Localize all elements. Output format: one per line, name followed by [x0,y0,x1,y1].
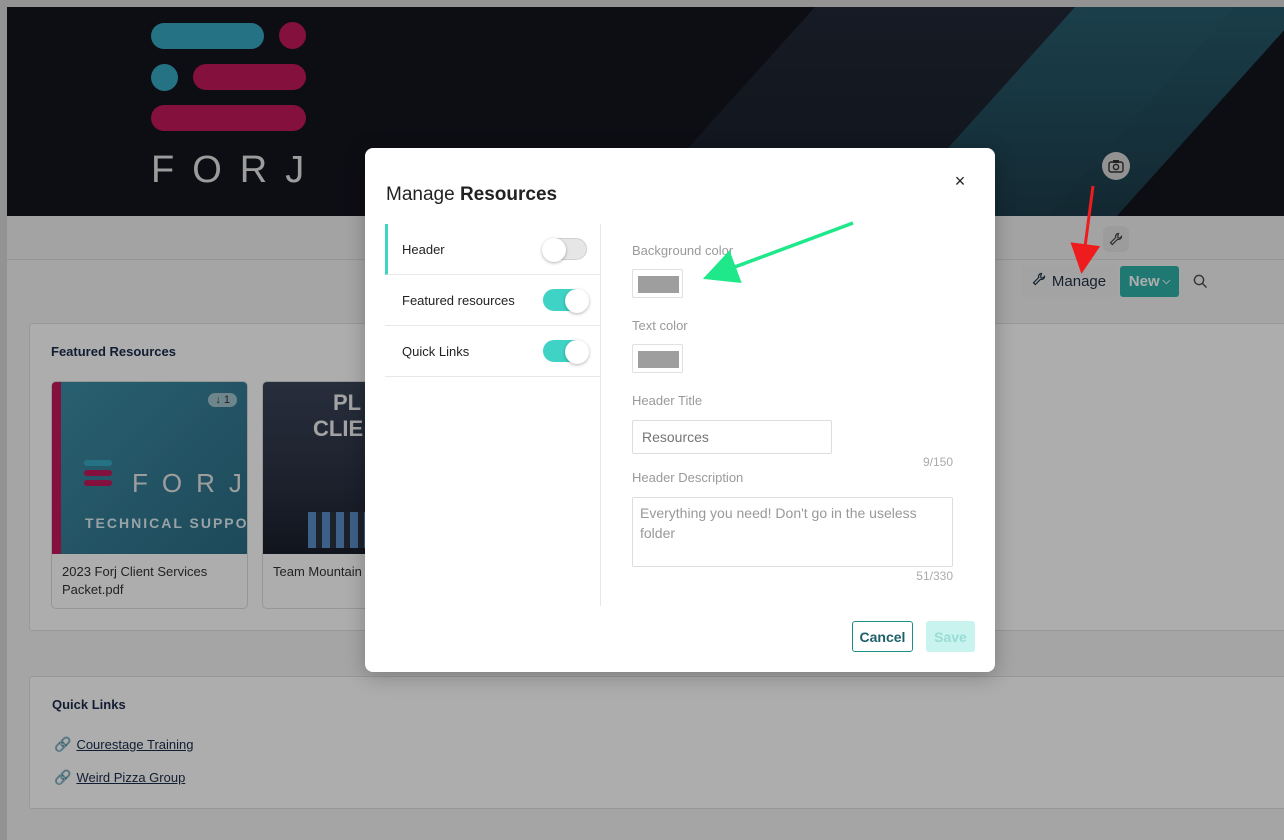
header-title-label: Header Title [632,393,703,408]
modal-title-plain: Manage [386,184,460,205]
section-label: Header [402,241,445,257]
text-color-picker[interactable] [632,344,683,373]
section-label: Quick Links [402,343,470,359]
manage-resources-modal: Manage Resources × Header Featured resou… [365,148,995,672]
header-description-input[interactable]: Everything you need! Don't go in the use… [632,497,953,567]
section-item-featured-resources[interactable]: Featured resources [385,275,601,326]
section-item-quick-links[interactable]: Quick Links [385,326,601,377]
header-title-input[interactable] [632,420,832,454]
close-icon[interactable]: × [951,172,969,190]
text-color-label: Text color [632,318,688,333]
quick-links-toggle[interactable] [543,340,589,364]
background-color-swatch [638,276,679,293]
section-label: Featured resources [402,292,515,308]
toggle-knob [542,238,566,262]
cancel-button[interactable]: Cancel [852,621,913,652]
header-description-label: Header Description [632,470,744,485]
header-title-counter: 9/150 [922,455,953,469]
featured-resources-toggle[interactable] [543,289,589,313]
toggle-knob [565,340,589,364]
modal-title-bold: Resources [459,184,558,205]
background-color-picker[interactable] [632,269,683,298]
header-description-counter: 51/330 [916,569,953,583]
header-toggle[interactable] [542,238,587,262]
section-item-header[interactable]: Header [385,224,601,275]
background-color-label: Background color [632,243,734,258]
toggle-knob [565,289,589,313]
save-button[interactable]: Save [926,621,975,652]
section-list: Header Featured resources Quick Links [385,224,601,606]
text-color-swatch [638,351,679,368]
modal-title: Manage Resources [386,184,557,206]
